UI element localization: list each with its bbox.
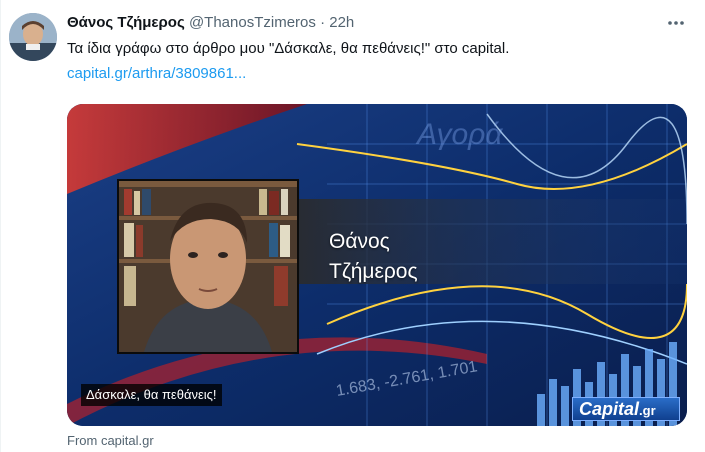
author-name[interactable]: Θάνος Τζήμερος xyxy=(67,14,185,31)
tweet-text: Τα ίδια γράφω στο άρθρο μου "Δάσκαλε, θα… xyxy=(67,40,510,57)
card-headline: Δάσκαλε, θα πεθάνεις! xyxy=(81,384,222,406)
card-name-first: Θάνος xyxy=(329,230,390,253)
avatar[interactable] xyxy=(9,13,57,61)
card-name-last: Τζήμερος xyxy=(329,260,418,283)
capital-logo: Capital.gr xyxy=(572,397,680,421)
brand-main: Capital xyxy=(579,399,640,419)
link-card[interactable]: Αγορά 1.683, -2.761, 1.701 Θάνος Τζήμερο… xyxy=(67,104,687,426)
separator-dot: · xyxy=(320,14,326,31)
more-horizontal-icon[interactable] xyxy=(665,12,687,34)
tweet-header: Θάνος Τζήμερος @ThanosTzimeros · 22h xyxy=(67,13,354,33)
background-word: Αγορά xyxy=(415,118,503,151)
brand-suffix: .gr xyxy=(639,403,656,418)
tweet-time[interactable]: 22h xyxy=(329,14,354,31)
tweet-link[interactable]: capital.gr/arthra/3809861... xyxy=(67,64,246,84)
card-source: From capital.gr xyxy=(67,433,154,448)
author-handle[interactable]: @ThanosTzimeros xyxy=(189,14,316,31)
author-photo xyxy=(117,179,299,354)
tweet[interactable]: Θάνος Τζήμερος @ThanosTzimeros · 22h Τα … xyxy=(0,0,705,452)
